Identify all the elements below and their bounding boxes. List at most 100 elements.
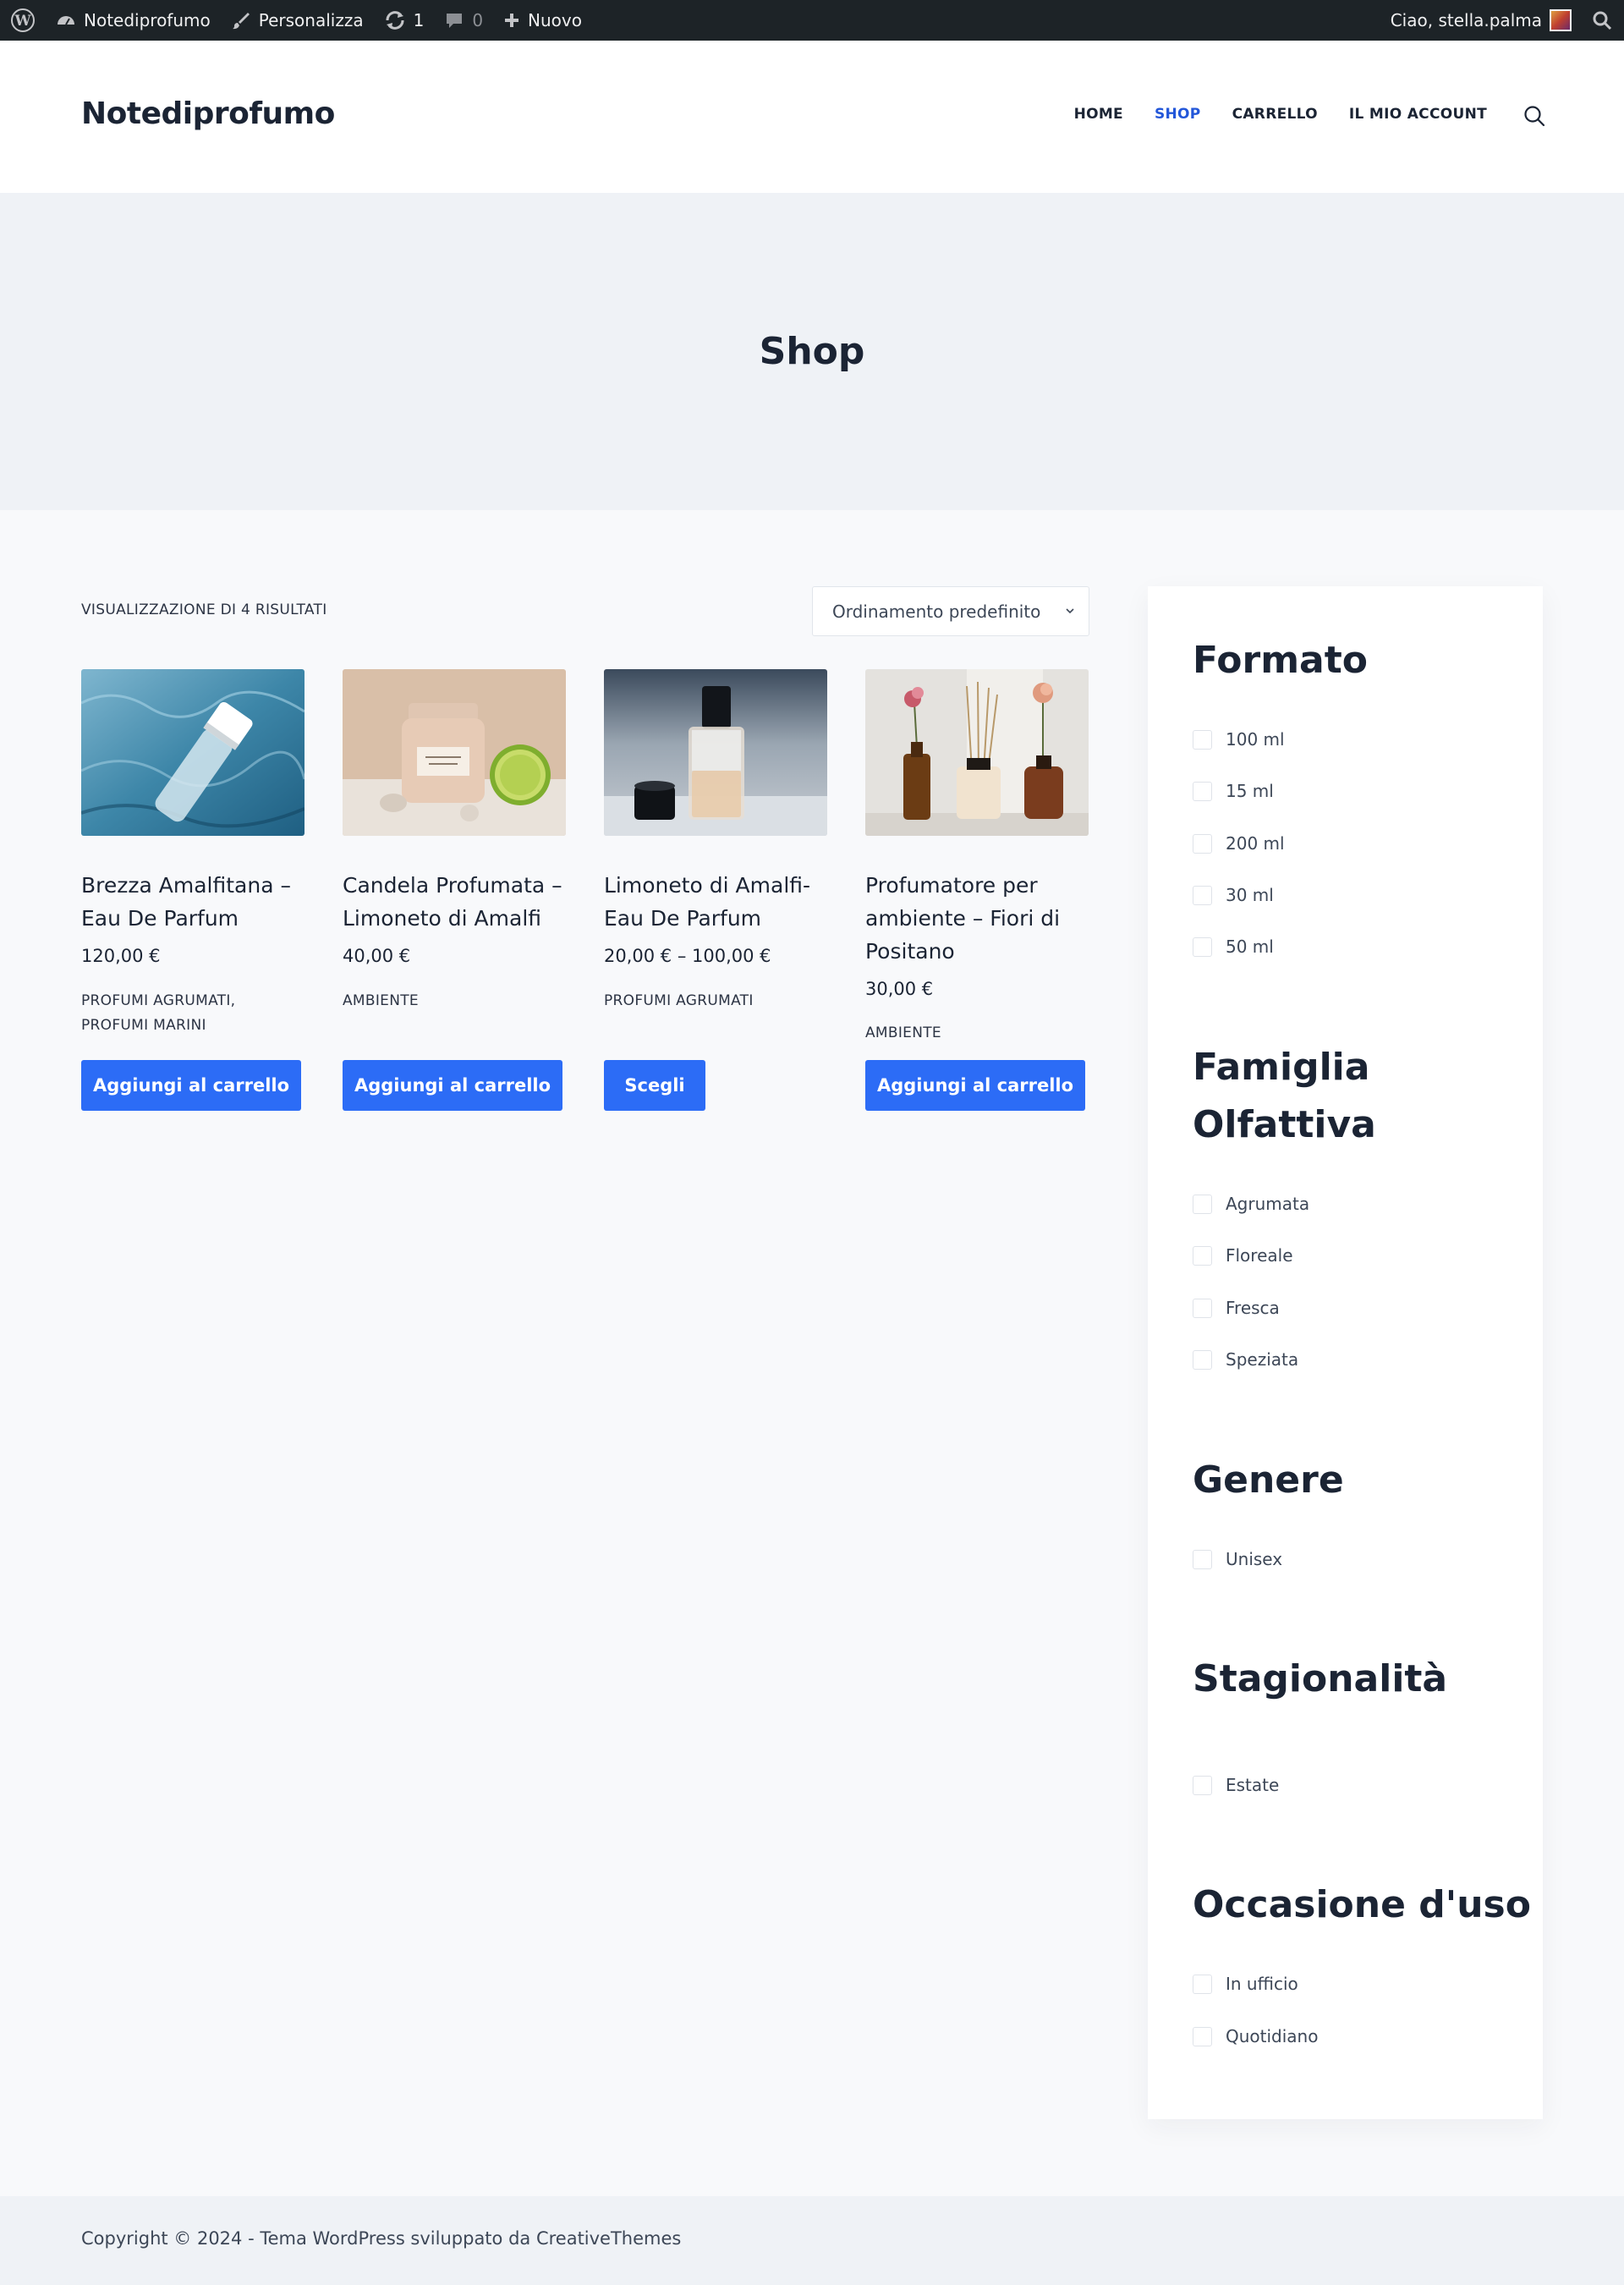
nav-item-shop[interactable]: SHOP <box>1155 106 1201 123</box>
page-hero: Shop <box>0 193 1624 510</box>
admin-bar-customize-label: Personalizza <box>258 10 364 30</box>
nav-item-carrello[interactable]: CARRELLO <box>1232 106 1318 123</box>
add-to-cart-button[interactable]: Aggiungi al carrello <box>81 1060 301 1111</box>
product-price: 40,00 € <box>343 946 411 966</box>
filter-option[interactable]: 30 ml <box>1193 885 1274 905</box>
admin-bar: W Notediprofumo Personalizza 1 0 Nuovo C… <box>0 0 1624 41</box>
product-categories[interactable]: PROFUMI AGRUMATI <box>604 989 827 1013</box>
filter-option[interactable]: Speziata <box>1193 1349 1298 1370</box>
checkbox[interactable] <box>1193 1974 1212 1994</box>
nav-item-home[interactable]: HOME <box>1074 106 1123 123</box>
filter-label: Quotidiano <box>1226 2026 1319 2046</box>
main-navigation: HOME SHOP CARRELLO IL MIO ACCOUNT <box>1074 106 1487 123</box>
add-to-cart-button[interactable]: Aggiungi al carrello <box>343 1060 562 1111</box>
avatar <box>1550 9 1572 31</box>
widget-title-famiglia-olfattiva: Famiglia Olfattiva <box>1193 1046 1376 1146</box>
checkbox[interactable] <box>1193 729 1212 750</box>
filter-label: Floreale <box>1226 1245 1293 1266</box>
product-title[interactable]: Brezza Amalfitana – Eau De Parfum <box>81 869 304 935</box>
filter-option[interactable]: Fresca <box>1193 1298 1280 1318</box>
product-title[interactable]: Candela Profumata – Limoneto di Amalfi <box>343 869 566 935</box>
filter-label: 15 ml <box>1226 781 1274 801</box>
checkbox[interactable] <box>1193 1298 1212 1318</box>
filter-option[interactable]: 50 ml <box>1193 937 1274 957</box>
filter-label: 200 ml <box>1226 833 1285 854</box>
product-card: Limoneto di Amalfi- Eau De Parfum 20,00 … <box>604 669 827 1111</box>
widget-title-formato: Formato <box>1193 639 1369 682</box>
product-title[interactable]: Profumatore per ambiente – Fiori di Posi… <box>865 869 1089 968</box>
product-image[interactable] <box>604 669 827 836</box>
comments-count: 0 <box>472 10 484 30</box>
checkbox[interactable] <box>1193 1775 1212 1795</box>
filter-option[interactable]: Floreale <box>1193 1245 1293 1266</box>
copyright-text: Copyright © 2024 - Tema WordPress svilup… <box>81 2228 682 2249</box>
checkbox[interactable] <box>1193 781 1212 801</box>
checkbox[interactable] <box>1193 1349 1212 1370</box>
filter-option[interactable]: Unisex <box>1193 1549 1282 1569</box>
filter-label: Unisex <box>1226 1549 1283 1569</box>
checkbox[interactable] <box>1193 885 1212 905</box>
search-icon <box>1593 11 1612 30</box>
updates-count: 1 <box>413 10 425 30</box>
filter-option[interactable]: 100 ml <box>1193 729 1285 750</box>
product-image[interactable] <box>865 669 1089 836</box>
admin-bar-updates[interactable]: 1 <box>374 0 435 41</box>
filter-option[interactable]: Quotidiano <box>1193 2026 1318 2046</box>
ordering-value: Ordinamento predefinito <box>832 601 1041 622</box>
filter-option[interactable]: 15 ml <box>1193 781 1274 801</box>
product-card: Profumatore per ambiente – Fiori di Posi… <box>865 669 1089 1111</box>
chevron-down-icon <box>1066 608 1074 614</box>
filter-label: Estate <box>1226 1775 1280 1795</box>
filter-option[interactable]: Agrumata <box>1193 1194 1309 1214</box>
filter-option[interactable]: Estate <box>1193 1775 1279 1795</box>
product-categories[interactable]: PROFUMI AGRUMATI, PROFUMI MARINI <box>81 989 304 1038</box>
filter-option[interactable]: 200 ml <box>1193 833 1285 854</box>
product-categories[interactable]: AMBIENTE <box>343 989 566 1013</box>
checkbox[interactable] <box>1193 2026 1212 2046</box>
product-image[interactable] <box>343 669 566 836</box>
dashboard-icon <box>58 16 74 25</box>
select-options-button[interactable]: Scegli <box>604 1060 705 1111</box>
admin-bar-site-link[interactable]: Notediprofumo <box>46 0 221 41</box>
paintbrush-icon <box>232 13 250 30</box>
result-count: VISUALIZZAZIONE DI 4 RISULTATI <box>81 601 327 618</box>
site-title[interactable]: Notediprofumo <box>81 96 335 131</box>
wordpress-logo-icon[interactable]: W <box>0 0 46 41</box>
filter-label: Speziata <box>1226 1349 1299 1370</box>
product-image[interactable] <box>81 669 304 836</box>
admin-bar-new-label: Nuovo <box>528 10 582 30</box>
header-search-button[interactable] <box>1522 104 1546 128</box>
product-categories[interactable]: AMBIENTE <box>865 1021 1089 1046</box>
product-title[interactable]: Limoneto di Amalfi- Eau De Parfum <box>604 869 827 935</box>
admin-bar-customize[interactable]: Personalizza <box>221 0 374 41</box>
filter-option[interactable]: In ufficio <box>1193 1974 1298 1994</box>
admin-bar-search[interactable] <box>1582 0 1624 41</box>
add-to-cart-button[interactable]: Aggiungi al carrello <box>865 1060 1085 1111</box>
ordering-select[interactable]: Ordinamento predefinito <box>812 586 1089 636</box>
checkbox[interactable] <box>1193 833 1212 854</box>
filter-label: Agrumata <box>1226 1194 1310 1214</box>
admin-bar-site-name: Notediprofumo <box>84 10 211 30</box>
page-title: Shop <box>759 330 865 373</box>
admin-bar-new[interactable]: Nuovo <box>493 0 592 41</box>
updates-icon <box>386 11 404 30</box>
admin-bar-greeting: Ciao, stella.palma <box>1390 10 1542 30</box>
admin-bar-account[interactable]: Ciao, stella.palma <box>1380 0 1582 41</box>
filter-label: 100 ml <box>1226 729 1285 750</box>
checkbox[interactable] <box>1193 1549 1212 1569</box>
product-card: Brezza Amalfitana – Eau De Parfum 120,00… <box>81 669 304 1111</box>
filters-sidebar: Formato 100 ml 15 ml 200 ml 30 ml 50 ml … <box>1148 586 1543 2119</box>
filter-label: 30 ml <box>1226 885 1274 905</box>
nav-item-account[interactable]: IL MIO ACCOUNT <box>1349 106 1487 123</box>
admin-bar-comments[interactable]: 0 <box>434 0 493 41</box>
widget-title-genere: Genere <box>1193 1458 1344 1502</box>
site-header: Notediprofumo HOME SHOP CARRELLO IL MIO … <box>0 41 1624 193</box>
comment-icon <box>447 14 463 28</box>
checkbox[interactable] <box>1193 1194 1212 1214</box>
checkbox[interactable] <box>1193 1245 1212 1266</box>
plus-icon <box>505 14 519 27</box>
product-price: 30,00 € <box>865 979 934 999</box>
search-icon <box>1524 106 1545 127</box>
svg-text:W: W <box>14 13 31 30</box>
checkbox[interactable] <box>1193 937 1212 957</box>
